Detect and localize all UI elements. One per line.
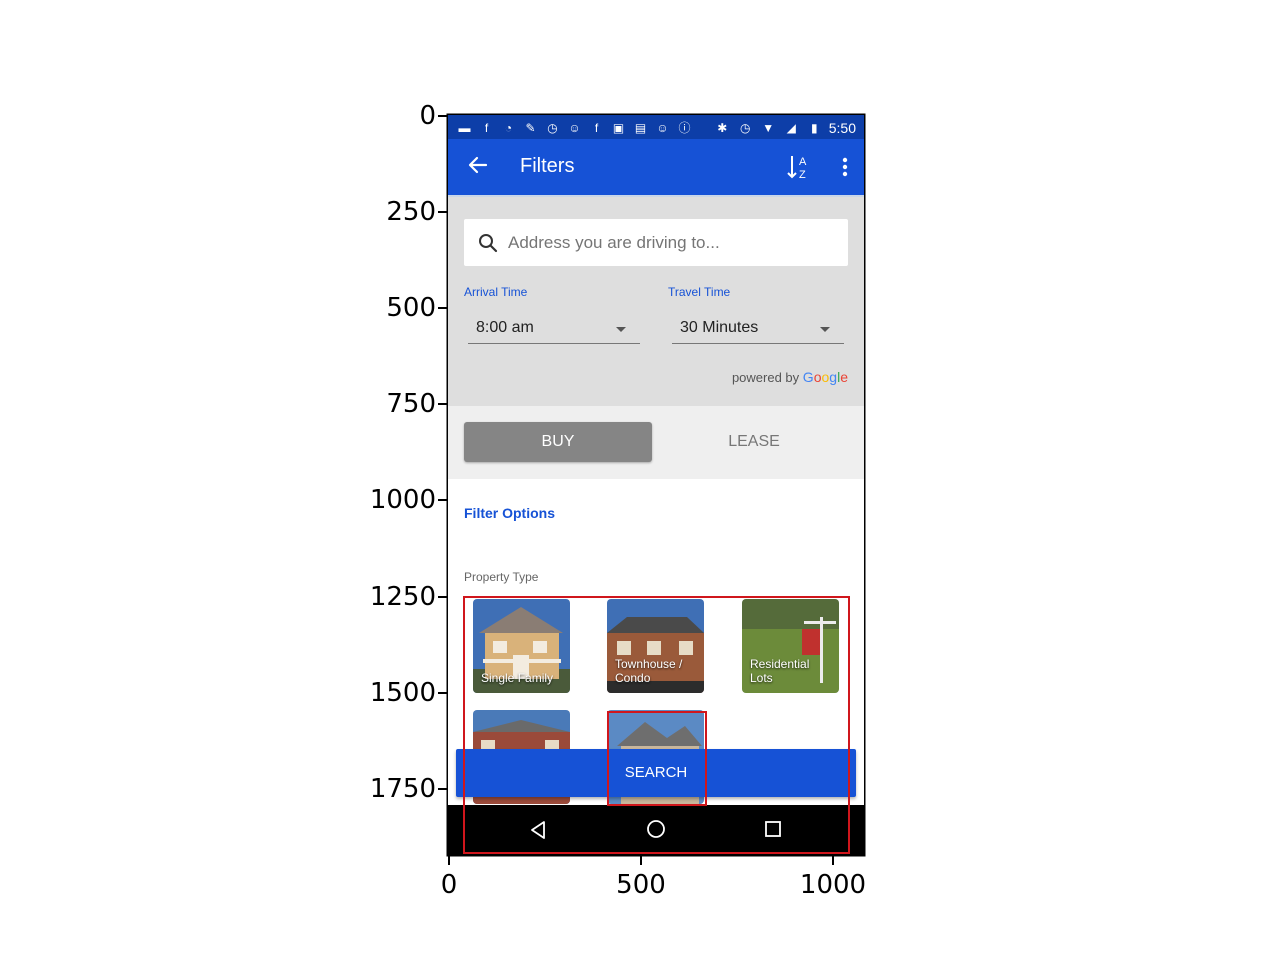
alarm-icon: ◷	[547, 120, 558, 135]
x-tick-label: 500	[616, 870, 666, 900]
google-logo: Google	[802, 369, 848, 385]
y-tick	[438, 499, 448, 501]
y-tick-label: 1500	[369, 678, 436, 708]
svg-text:Z: Z	[799, 169, 806, 181]
status-bar: ▬ f ◔ ✎ ◷ ☺ f ▣ ▤ ☺ ⓘ ✱ ◷ ▼ ◢ ▮ 5:50	[448, 115, 864, 139]
timer-icon: ◔	[504, 120, 513, 135]
alarm-icon: ◷	[740, 120, 751, 135]
y-tick-label: 0	[419, 101, 436, 131]
y-tick-label: 250	[386, 197, 436, 227]
phone-screen: ▬ f ◔ ✎ ◷ ☺ f ▣ ▤ ☺ ⓘ ✱ ◷ ▼ ◢ ▮ 5:50 Fil…	[448, 115, 864, 855]
more-vert-icon[interactable]	[840, 153, 850, 181]
x-tick-label: 1000	[799, 870, 867, 900]
property-tile-residential-lots[interactable]: Residential Lots	[742, 599, 839, 693]
buy-lease-toggle: BUY LEASE	[448, 406, 864, 479]
nav-recents-icon[interactable]	[764, 820, 782, 838]
x-tick	[640, 855, 642, 865]
nav-home-icon[interactable]	[646, 819, 666, 839]
y-tick	[438, 115, 448, 117]
emoji-icon: ☺	[568, 120, 581, 135]
back-arrow-icon[interactable]	[466, 153, 490, 177]
qt-icon: ▣	[612, 120, 625, 135]
powered-by-google: powered by Google	[732, 369, 848, 385]
y-tick-label: 1000	[369, 485, 436, 515]
travel-time-value: 30 Minutes	[680, 319, 759, 336]
search-input[interactable]	[506, 231, 840, 254]
y-tick	[438, 211, 448, 213]
search-icon	[479, 233, 498, 252]
system-icons: ✱ ◷ ▼ ◢ ▮ 5:50	[714, 119, 856, 136]
property-tile-single-family[interactable]: Single Family	[473, 599, 570, 693]
arrival-time-label: Arrival Time	[464, 285, 528, 299]
filter-options-heading: Filter Options	[464, 505, 555, 521]
y-tick	[438, 596, 448, 598]
android-nav-bar	[448, 805, 864, 855]
bluetooth-icon: ✱	[717, 120, 728, 135]
arrival-time-dropdown[interactable]: 8:00 am	[468, 315, 640, 344]
x-tick	[832, 855, 834, 865]
travel-time-label: Travel Time	[668, 285, 731, 299]
wrench-icon: ✎	[525, 120, 536, 135]
info-icon: ⓘ	[678, 121, 691, 135]
y-tick-label: 1250	[369, 582, 436, 612]
property-type-label: Property Type	[464, 570, 539, 584]
tile-label: Residential Lots	[750, 657, 810, 685]
search-box[interactable]	[464, 219, 848, 266]
y-tick	[438, 692, 448, 694]
facebook-icon: f	[594, 120, 599, 135]
y-tick	[438, 788, 448, 790]
y-tick-label: 750	[386, 389, 436, 419]
clock: 5:50	[828, 119, 856, 136]
x-tick-label: 0	[440, 870, 458, 900]
powered-by-text: powered by	[731, 370, 800, 385]
dropdown-arrow-icon	[616, 327, 626, 332]
facebook-icon: f	[484, 120, 489, 135]
buy-button[interactable]: BUY	[464, 422, 652, 462]
emoji-icon: ☺	[656, 120, 669, 135]
wifi-icon: ▼	[762, 120, 775, 135]
notification-icons: ▬ f ◔ ✎ ◷ ☺ f ▣ ▤ ☺ ⓘ	[456, 119, 693, 136]
message-icon: ▬	[458, 120, 471, 135]
dropdown-arrow-icon	[820, 327, 830, 332]
nav-back-icon[interactable]	[528, 820, 548, 840]
page-title: Filters	[520, 155, 575, 177]
lease-button[interactable]: LEASE	[660, 422, 848, 462]
y-tick-label: 500	[386, 293, 436, 323]
y-tick	[438, 307, 448, 309]
arrival-time-value: 8:00 am	[476, 319, 534, 336]
tile-label: Townhouse / Condo	[615, 657, 683, 685]
property-tile-townhouse[interactable]: Townhouse / Condo	[607, 599, 704, 693]
signal-icon: ◢	[786, 120, 796, 135]
x-tick	[448, 855, 450, 865]
tile-label: Single Family	[481, 671, 554, 685]
y-tick	[438, 403, 448, 405]
commute-search-panel: Arrival Time 8:00 am Travel Time 30 Minu…	[448, 195, 864, 408]
news-icon: ▤	[634, 120, 647, 135]
y-tick-label: 1750	[369, 774, 436, 804]
svg-text:A: A	[799, 156, 807, 168]
travel-time-dropdown[interactable]: 30 Minutes	[672, 315, 844, 344]
sort-az-icon[interactable]: A Z	[786, 153, 812, 181]
search-button[interactable]: SEARCH	[456, 749, 856, 797]
battery-icon: ▮	[810, 120, 818, 135]
app-bar: Filters A Z	[448, 139, 864, 195]
